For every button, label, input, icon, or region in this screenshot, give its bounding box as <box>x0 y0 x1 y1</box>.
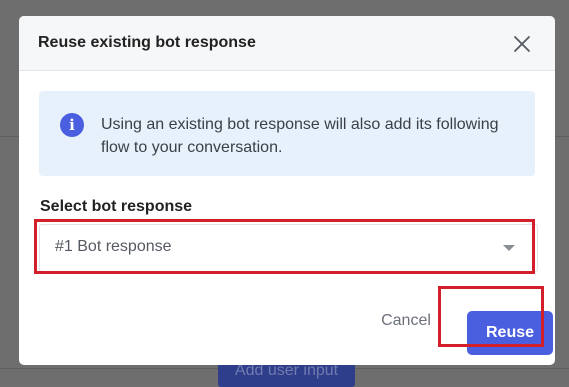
dialog-header: Reuse existing bot response <box>19 16 555 71</box>
info-notice: i Using an existing bot response will al… <box>39 91 535 176</box>
cancel-button[interactable]: Cancel <box>360 302 452 340</box>
close-button[interactable] <box>511 33 533 55</box>
select-value: #1 Bot response <box>55 238 172 255</box>
close-icon <box>514 36 530 52</box>
info-text: Using an existing bot response will also… <box>101 116 499 156</box>
reuse-button[interactable]: Reuse <box>467 311 553 355</box>
reuse-bot-response-dialog: Reuse existing bot response i Using an e… <box>19 16 555 365</box>
info-icon: i <box>60 113 84 137</box>
caret-down-icon <box>503 245 515 251</box>
dialog-title: Reuse existing bot response <box>38 34 256 51</box>
select-bot-response-label: Select bot response <box>40 198 193 215</box>
bot-response-select[interactable]: #1 Bot response <box>39 224 538 272</box>
